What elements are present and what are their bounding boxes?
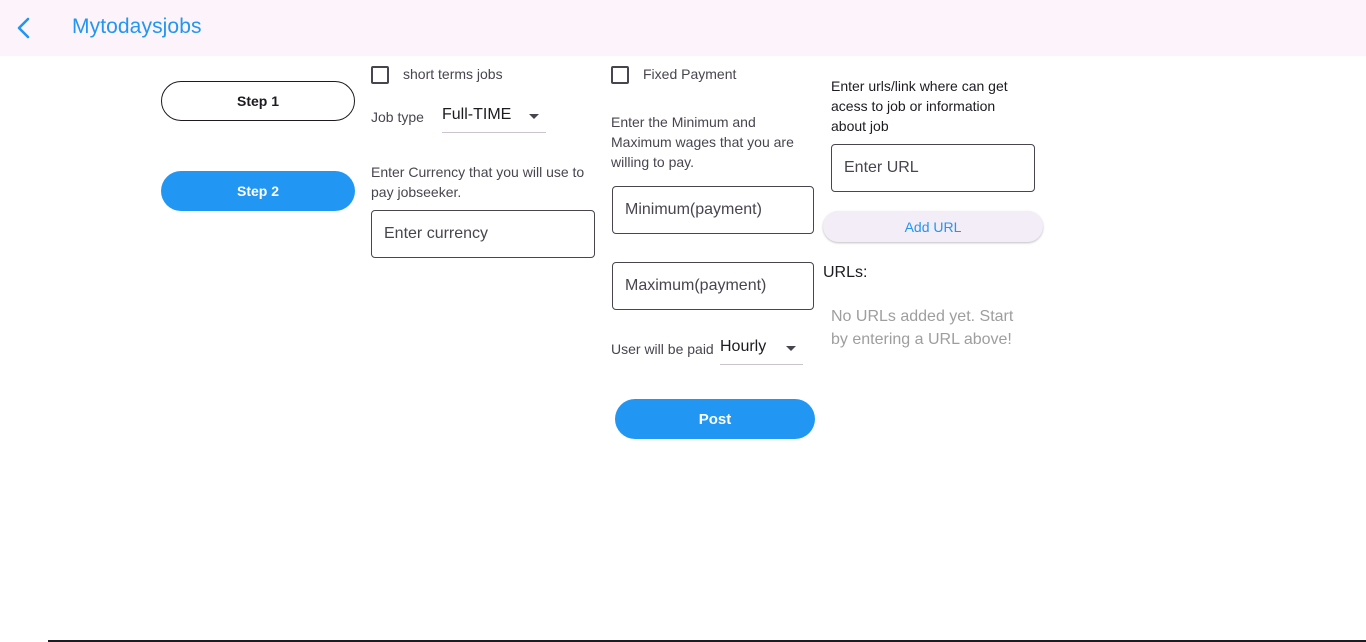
job-type-dropdown[interactable]: Full-TIME [442, 101, 546, 133]
minimum-payment-placeholder: Minimum(payment) [625, 201, 762, 218]
app-bar: Mytodaysjobs [0, 0, 1366, 56]
paid-frequency-dropdown[interactable]: Hourly [720, 333, 803, 365]
minimum-payment-input[interactable]: Minimum(payment) [612, 186, 814, 234]
currency-input[interactable]: Enter currency [371, 210, 595, 258]
wages-prompt: Enter the Minimum and Maximum wages that… [611, 114, 794, 170]
short-terms-checkbox[interactable] [371, 66, 389, 84]
job-type-value: Full-TIME [442, 106, 512, 123]
urls-title: URLs: [823, 264, 868, 281]
fixed-payment-label: Fixed Payment [643, 66, 737, 82]
maximum-payment-input[interactable]: Maximum(payment) [612, 262, 814, 310]
urls-empty-message: No URLs added yet. Start by entering a U… [831, 308, 1014, 348]
paid-frequency-label: User will be paid [611, 341, 714, 357]
url-input[interactable]: Enter URL [831, 144, 1035, 192]
app-title: Mytodaysjobs [72, 15, 202, 38]
paid-frequency-value: Hourly [720, 338, 767, 355]
currency-placeholder: Enter currency [384, 225, 489, 242]
url-prompt: Enter urls/link where can get acess to j… [831, 78, 1008, 134]
dropdown-arrow-icon [529, 114, 539, 119]
step-1-button[interactable]: Step 1 [161, 81, 355, 121]
currency-prompt: Enter Currency that you will use to pay … [371, 164, 585, 200]
back-button[interactable] [8, 12, 40, 44]
maximum-payment-placeholder: Maximum(payment) [625, 277, 767, 294]
post-button[interactable]: Post [615, 399, 815, 439]
url-placeholder: Enter URL [844, 159, 919, 176]
dropdown-arrow-icon [786, 346, 796, 351]
add-url-button[interactable]: Add URL [823, 211, 1043, 242]
arrow-back-icon [17, 17, 30, 39]
step-2-button[interactable]: Step 2 [161, 171, 355, 211]
job-type-label: Job type [371, 109, 424, 125]
fixed-payment-checkbox[interactable] [611, 66, 629, 84]
short-terms-label: short terms jobs [403, 66, 503, 82]
